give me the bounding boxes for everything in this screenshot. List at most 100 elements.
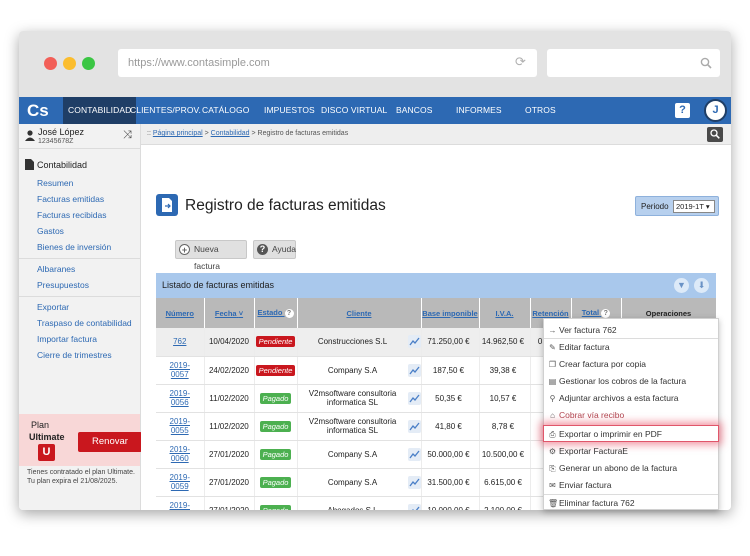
menu-item-6[interactable]: ⎙ Exportar o imprimir en PDF	[543, 425, 719, 442]
nav-contabilidad[interactable]: CONTABILIDAD	[63, 97, 137, 124]
search-button[interactable]	[707, 127, 723, 142]
contasimple-logo[interactable]: Cs	[27, 100, 53, 122]
sidebar: José López 12345678Z ⤨ Contabilidad Resu…	[19, 124, 142, 510]
trend-icon[interactable]	[407, 475, 420, 489]
sidebar-item-resumen[interactable]: Resumen	[37, 178, 73, 188]
sidebar-item-exportar[interactable]: Exportar	[37, 302, 69, 312]
invoice-number-link[interactable]: 2019-	[156, 389, 203, 398]
reload-icon[interactable]: ⟳	[515, 55, 529, 69]
new-invoice-button[interactable]: + Nueva factura	[175, 240, 247, 271]
help-page-button[interactable]: ? Ayuda	[253, 240, 296, 259]
menu-item-icon: ❐	[548, 360, 557, 369]
breadcrumb-section[interactable]: Contabilidad	[211, 130, 250, 137]
col-base[interactable]: Base imponible	[421, 298, 480, 328]
menu-item-0[interactable]: → Ver factura 762	[544, 322, 718, 339]
menu-item-label: Exportar o imprimir en PDF	[559, 429, 662, 439]
col-fecha[interactable]: Fecha ˅	[204, 298, 255, 328]
menu-item-4[interactable]: ⚲ Adjuntar archivos a esta factura	[544, 390, 718, 407]
col-iva[interactable]: I.V.A.	[479, 298, 531, 328]
trend-icon[interactable]	[407, 391, 420, 405]
plan-name: Ultimate	[29, 432, 65, 442]
invoice-number-link[interactable]: 0060	[156, 454, 203, 463]
renew-button[interactable]: Renovar	[78, 432, 142, 452]
browser-search-bar[interactable]	[547, 49, 720, 77]
maximize-window-button[interactable]	[82, 57, 95, 70]
sidebar-item-facturas-emitidas[interactable]: Facturas emitidas	[37, 194, 104, 204]
cell-numero: 2019- 0055	[156, 412, 205, 441]
menu-item-7[interactable]: ⚙ Exportar FacturaE	[544, 443, 718, 460]
invoice-number-link[interactable]: 0055	[156, 426, 203, 435]
address-bar[interactable]: https://www.contasimple.com ⟳	[118, 49, 537, 77]
nav-catalogo[interactable]: CATÁLOGO	[202, 97, 249, 124]
col-estado[interactable]: Estado ?	[254, 298, 298, 328]
sidebar-item-facturas-recibidas[interactable]: Facturas recibidas	[37, 210, 106, 220]
invoice-number-link[interactable]: 2019-	[156, 501, 203, 510]
cell-fecha: 27/01/2020	[204, 496, 255, 510]
invoice-actions-menu: → Ver factura 762 ✎ Editar factura ❐ Crear fa…	[543, 318, 719, 510]
menu-item-5[interactable]: ⌂ Cobrar vía recibo	[544, 407, 718, 424]
menu-item-label: Enviar factura	[559, 480, 612, 490]
nav-clientes[interactable]: CLIENTES/PROV.	[130, 97, 201, 124]
switch-company-icon[interactable]: ⤨	[123, 129, 132, 142]
sidebar-item-cierre-trimestres[interactable]: Cierre de trimestres	[37, 350, 112, 360]
invoice-number-link[interactable]: 2019-	[156, 473, 203, 482]
client-name: informatica SL	[326, 426, 379, 435]
status-badge: Pendiente	[255, 336, 296, 348]
col-cliente[interactable]: Cliente	[297, 298, 422, 328]
nav-impuestos[interactable]: IMPUESTOS	[264, 97, 315, 124]
cell-base: 187,50 €	[421, 356, 480, 385]
cell-base: 31.500,00 €	[421, 468, 480, 497]
nav-disco-virtual[interactable]: DISCO VIRTUAL	[321, 97, 387, 124]
period-selector: Periodo 2019-1T ▾	[635, 196, 719, 216]
breadcrumb-sep: >	[249, 130, 258, 137]
period-select[interactable]: 2019-1T ▾	[673, 200, 715, 213]
sidebar-item-importar-factura[interactable]: Importar factura	[37, 334, 97, 344]
user-avatar[interactable]: J	[704, 99, 727, 122]
invoice-number-link[interactable]: 2019-	[156, 445, 203, 454]
breadcrumb-home[interactable]: Página principal	[153, 130, 203, 137]
close-window-button[interactable]	[44, 57, 57, 70]
nav-otros[interactable]: OTROS	[525, 97, 556, 124]
trend-icon[interactable]	[407, 363, 420, 377]
sidebar-item-gastos[interactable]: Gastos	[37, 226, 64, 236]
minimize-window-button[interactable]	[63, 57, 76, 70]
help-button[interactable]: ?	[675, 103, 690, 118]
sidebar-item-albaranes[interactable]: Albaranes	[37, 264, 75, 274]
menu-item-3[interactable]: ▤ Gestionar los cobros de la factura	[544, 373, 718, 390]
sidebar-item-presupuestos[interactable]: Presupuestos	[37, 280, 89, 290]
user-id: 12345678Z	[38, 138, 74, 145]
nav-bancos[interactable]: BANCOS	[396, 97, 433, 124]
trend-icon[interactable]	[407, 503, 420, 510]
plan-label: Plan	[31, 420, 50, 430]
col-numero[interactable]: Número	[156, 298, 205, 328]
menu-item-8[interactable]: ⎘ Generar un abono de la factura	[544, 460, 718, 477]
cell-numero: 2019- 0059	[156, 468, 205, 497]
cell-estado: Pendiente	[254, 356, 298, 385]
invoice-number-link[interactable]: 0056	[156, 398, 203, 407]
plan-box: Plan Ultimate U Renovar	[19, 414, 142, 466]
menu-item-9[interactable]: ✉ Enviar factura	[544, 477, 718, 494]
browser-chrome: https://www.contasimple.com ⟳	[19, 31, 731, 97]
invoice-number-link[interactable]: 0059	[156, 482, 203, 491]
menu-item-1[interactable]: ✎ Editar factura	[544, 339, 718, 356]
sidebar-item-bienes-inversion[interactable]: Bienes de inversión	[37, 242, 111, 252]
cell-cliente: V2msoftware consultoria informatica SL	[297, 384, 422, 413]
trend-icon[interactable]	[407, 447, 420, 461]
download-icon[interactable]: ⬇	[694, 278, 709, 293]
invoice-number-link[interactable]: 2019-	[156, 417, 203, 426]
user-icon	[25, 130, 35, 141]
trend-icon[interactable]	[407, 419, 420, 433]
nav-informes[interactable]: INFORMES	[456, 97, 502, 124]
cell-fecha: 24/02/2020	[204, 356, 255, 385]
invoice-number-link[interactable]: 2019-	[156, 361, 203, 370]
sidebar-item-traspaso[interactable]: Traspaso de contabilidad	[37, 318, 132, 328]
cell-estado: Pagado	[254, 496, 298, 510]
invoice-number-link[interactable]: 762	[156, 337, 203, 346]
invoice-number-link[interactable]: 0057	[156, 370, 203, 379]
filter-icon[interactable]: ▼	[674, 278, 689, 293]
question-icon: ?	[257, 244, 268, 255]
menu-item-10[interactable]: 🗑 Eliminar factura 762	[544, 495, 718, 512]
trend-icon[interactable]	[407, 335, 420, 349]
menu-item-2[interactable]: ❐ Crear factura por copia	[544, 356, 718, 373]
list-header: Listado de facturas emitidas ▼ ⬇	[156, 273, 716, 298]
